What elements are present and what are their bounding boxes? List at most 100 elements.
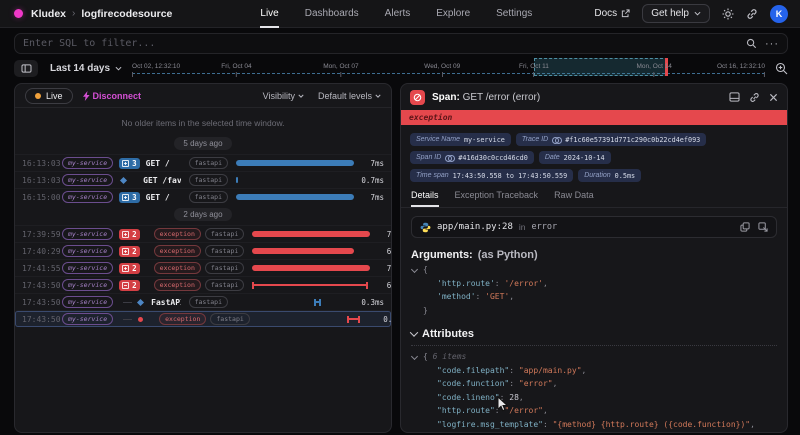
tab-dashboards[interactable]: Dashboards (305, 0, 359, 28)
duration-bar (236, 194, 354, 200)
exception-tag: exception (154, 262, 201, 274)
expand-badge[interactable]: 3 (119, 158, 140, 169)
duration-track (236, 193, 354, 202)
expand-badge[interactable]: 2 (119, 280, 140, 291)
breadcrumb-separator: › (72, 8, 75, 19)
expand-badge[interactable]: 2 (119, 229, 140, 240)
collapse-chevron-icon[interactable] (411, 266, 418, 273)
exception-tag: exception (154, 245, 201, 257)
timeline[interactable]: Oct 02, 12:32:10Fri, Oct 04Mon, Oct 07We… (132, 58, 765, 78)
live-label: Live (46, 91, 63, 101)
share-link-button[interactable] (746, 8, 758, 20)
expand-badge[interactable]: 2 (119, 246, 140, 257)
open-in-editor-icon[interactable] (758, 222, 768, 232)
zoom-in-button[interactable] (775, 62, 788, 75)
search-icon[interactable] (746, 38, 757, 49)
trace-row[interactable]: 17:43:50my-serviceFastAPI argumentsfasta… (15, 293, 391, 310)
sql-filter-box[interactable]: ··· (14, 33, 788, 54)
disconnect-button[interactable]: Disconnect (83, 91, 142, 101)
code-segment: 'http.route' (437, 279, 495, 288)
collapse-chevron-icon[interactable] (411, 353, 418, 360)
theme-toggle-button[interactable] (722, 8, 734, 20)
trace-row[interactable]: 17:39:59my-service2GET /errorexceptionfa… (15, 225, 391, 242)
time-separator: 5 days ago (15, 134, 391, 154)
sql-filter-input[interactable] (23, 38, 746, 49)
attributes-heading[interactable]: Attributes (411, 328, 777, 340)
chevron-down-icon (375, 94, 381, 98)
expand-box-icon (122, 248, 129, 255)
visibility-dropdown[interactable]: Visibility (263, 91, 304, 101)
breadcrumb-org[interactable]: Kludex (31, 8, 66, 20)
trace-row[interactable]: 17:43:50my-service2GET /errorexceptionfa… (15, 276, 391, 293)
code-segment: { (423, 352, 433, 361)
code-segment: "error" (519, 379, 553, 388)
docs-link[interactable]: Docs (594, 8, 630, 19)
duration-label: 7ms (354, 193, 384, 202)
close-icon[interactable] (769, 93, 778, 102)
external-link-icon (621, 9, 630, 18)
more-options-icon[interactable]: ··· (765, 40, 779, 48)
timeline-tick-mark (654, 72, 655, 77)
tab-live[interactable]: Live (260, 0, 278, 28)
meta-pill[interactable]: Duration0.5ms (578, 169, 641, 182)
code-function-name: error (531, 222, 557, 232)
service-pill: my-service (62, 296, 113, 308)
sidebar-toggle-button[interactable] (14, 60, 38, 77)
trace-row[interactable]: 17:41:55my-service2GET /errorexceptionfa… (15, 259, 391, 276)
user-avatar[interactable]: K (770, 5, 788, 23)
get-help-button[interactable]: Get help (642, 4, 710, 23)
default-levels-dropdown[interactable]: Default levels (318, 91, 381, 101)
time-ago-pill: 2 days ago (174, 208, 231, 221)
dock-panel-icon[interactable] (729, 92, 740, 102)
time-ago-pill: 5 days ago (174, 137, 231, 150)
framework-tag: fastapi (205, 262, 244, 274)
arguments-heading-label: Arguments: (411, 249, 473, 261)
breadcrumb-project[interactable]: logfirecodesource (81, 8, 172, 20)
trace-row[interactable]: 16:13:03my-serviceGET /favicon.icofastap… (15, 171, 391, 188)
expand-badge[interactable]: 2 (119, 263, 140, 274)
sun-icon (722, 8, 734, 20)
get-help-label: Get help (651, 8, 689, 19)
code-line: "code.lineno": 28, (411, 391, 777, 405)
live-toggle[interactable]: Live (25, 88, 73, 104)
framework-tag: fastapi (189, 296, 228, 308)
trace-row[interactable]: 17:40:29my-service2GET /errorexceptionfa… (15, 242, 391, 259)
meta-pill[interactable]: Time span17:43:50.558 to 17:43:50.559 (410, 169, 573, 182)
meta-pill[interactable]: Trace ID#f1c60e57391d771c290c0b22cd4ef09… (516, 133, 706, 146)
meta-pill[interactable]: Date2024-10-14 (539, 151, 611, 164)
duration-label: 0.5ms (376, 315, 391, 324)
trace-row[interactable]: 17:43:50my-serviceGET /error (error)exce… (15, 310, 391, 327)
copy-link-icon[interactable] (749, 92, 760, 103)
copy-icon[interactable] (740, 222, 750, 232)
tab-explore[interactable]: Explore (436, 0, 470, 28)
framework-tag: fastapi (205, 245, 244, 257)
tab-exception-traceback[interactable]: Exception Traceback (455, 188, 539, 207)
trace-title: GET / (146, 193, 170, 202)
meta-pill[interactable]: Span ID#416d30c0ccd46cd0 (410, 151, 534, 164)
service-pill: my-service (62, 279, 113, 291)
code-line: 'method': 'GET', (411, 290, 777, 304)
timeline-tick-label: Oct 02, 12:32:10 (132, 63, 180, 70)
code-segment: : (500, 393, 510, 402)
code-segment: 6 items (433, 352, 467, 361)
trace-row[interactable]: 16:13:03my-service3GET /fastapi7ms (15, 154, 391, 171)
tab-settings[interactable]: Settings (496, 0, 532, 28)
span-detail-panel: Span: GET /error (error) exception Servi… (400, 83, 788, 433)
trace-list: No older items in the selected time wind… (15, 108, 391, 432)
exception-banner: exception (401, 110, 787, 125)
tab-alerts[interactable]: Alerts (385, 0, 411, 28)
meta-pill[interactable]: Service Namemy-service (410, 133, 511, 146)
trace-time: 17:41:55 (22, 264, 62, 273)
code-filepath[interactable]: app/main.py:28 (437, 222, 513, 232)
time-range-select[interactable]: Last 14 days (50, 63, 122, 74)
error-badge-icon (410, 90, 425, 105)
expand-badge[interactable]: 3 (119, 192, 140, 203)
duration-track (252, 247, 370, 256)
code-segment: "code.filepath" (437, 366, 509, 375)
tab-details[interactable]: Details (411, 188, 439, 207)
trace-row[interactable]: 16:15:00my-service3GET /fastapi7ms (15, 188, 391, 205)
duration-track (252, 230, 370, 239)
tab-raw-data[interactable]: Raw Data (554, 188, 594, 207)
duration-track (236, 298, 354, 307)
code-location-card[interactable]: app/main.py:28 in error (411, 216, 777, 238)
